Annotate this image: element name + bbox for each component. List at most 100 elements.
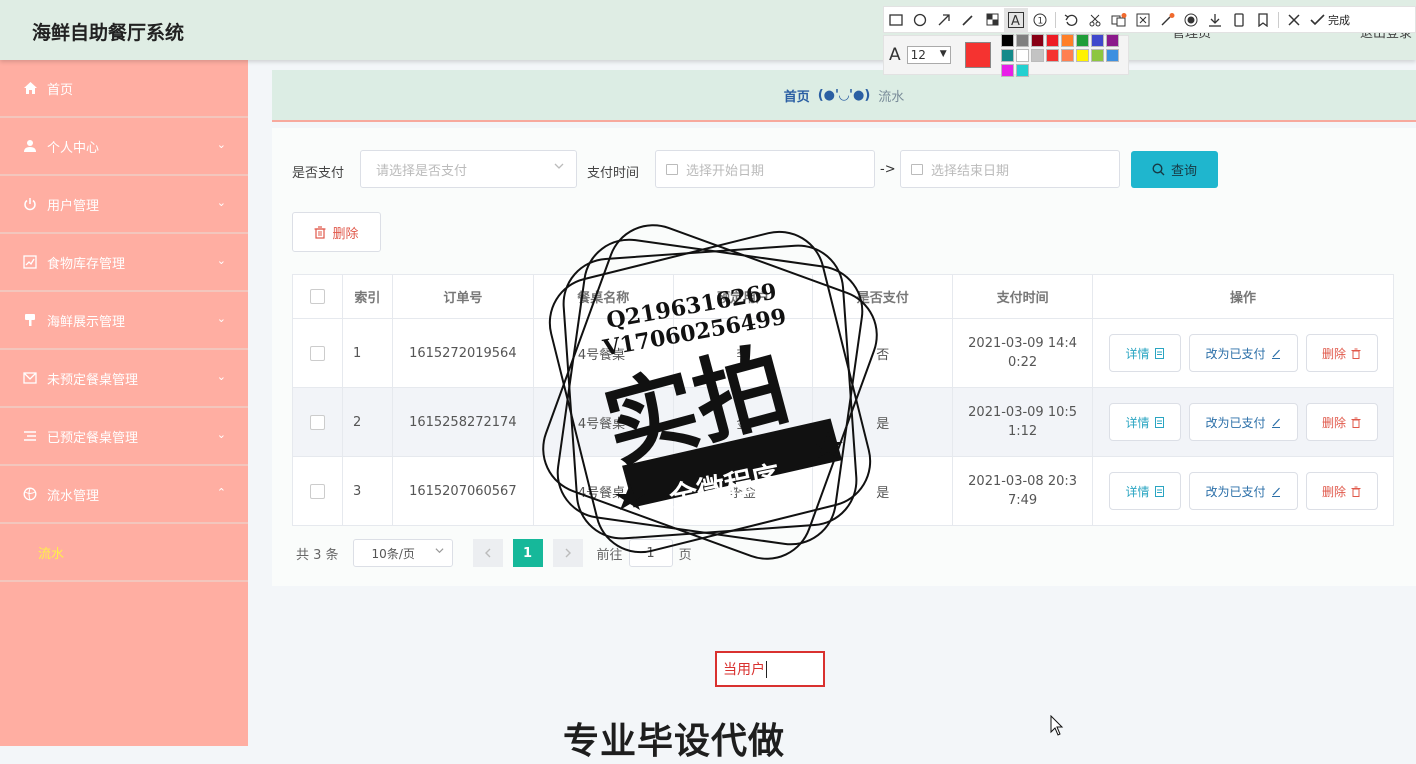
- color-swatch[interactable]: [1000, 48, 1014, 62]
- cell-index: 1: [342, 318, 393, 388]
- color-swatch[interactable]: [1015, 33, 1029, 47]
- sidebar-item-transaction-management[interactable]: 流水管理 ⌃: [0, 466, 248, 524]
- color-swatch[interactable]: [1030, 48, 1044, 62]
- download-icon[interactable]: [1203, 8, 1227, 32]
- batch-delete-label: 删除: [332, 226, 359, 242]
- text-tool-icon[interactable]: A: [1004, 7, 1028, 32]
- breadcrumb-home[interactable]: 首页: [784, 86, 810, 105]
- pay-time-line1: 2021-03-09 10:5: [968, 405, 1078, 420]
- font-size-select[interactable]: 12 ▼: [906, 46, 951, 64]
- delete-button[interactable]: 删除: [1305, 403, 1378, 441]
- detail-button[interactable]: 详情: [1108, 334, 1181, 372]
- prev-page-button[interactable]: [472, 539, 503, 567]
- query-button[interactable]: 查询: [1131, 151, 1218, 188]
- color-swatch[interactable]: [1105, 48, 1119, 62]
- color-swatch[interactable]: [1030, 33, 1044, 47]
- breadcrumb-current: 流水: [878, 89, 905, 105]
- number-tool-icon[interactable]: 1: [1028, 8, 1052, 32]
- phone-icon[interactable]: [1227, 8, 1251, 32]
- color-swatch[interactable]: [1045, 33, 1059, 47]
- cell-pay-time: 2021-03-09 14:4 0:22: [952, 318, 1093, 388]
- pin-icon[interactable]: [1155, 8, 1179, 32]
- mark-paid-button[interactable]: 改为已支付: [1188, 403, 1298, 441]
- trash-icon: [314, 225, 326, 239]
- row-checkbox[interactable]: [309, 414, 325, 430]
- detail-button[interactable]: 详情: [1108, 403, 1181, 441]
- color-palette: [1000, 33, 1120, 77]
- cell-index: 2: [342, 387, 393, 457]
- row-checkbox[interactable]: [309, 483, 325, 499]
- color-swatch[interactable]: [1090, 48, 1104, 62]
- pay-time-line2: 1:12: [1007, 424, 1038, 439]
- query-button-label: 查询: [1170, 164, 1197, 179]
- sidebar-item-user-management[interactable]: 用户管理 ⌄: [0, 176, 248, 234]
- current-color-swatch[interactable]: [964, 42, 991, 68]
- batch-delete-button[interactable]: 删除: [292, 212, 381, 252]
- record-icon[interactable]: [1179, 8, 1203, 32]
- calendar-icon: [911, 163, 923, 175]
- start-date-placeholder: 选择开始日期: [686, 163, 765, 179]
- color-swatch[interactable]: [1090, 33, 1104, 47]
- arrow-tool-icon[interactable]: [932, 8, 956, 32]
- sidebar-item-food-inventory[interactable]: 食物库存管理 ⌄: [0, 234, 248, 292]
- sidebar: 首页 个人中心 ⌄ 用户管理 ⌄ 食物库存管理 ⌄ 海鲜展示管理 ⌄ 未预定餐桌…: [0, 60, 248, 746]
- color-swatch[interactable]: [1060, 48, 1074, 62]
- color-swatch[interactable]: [1015, 48, 1029, 62]
- chevron-down-icon: ⌄: [216, 196, 226, 209]
- expand-icon[interactable]: [1131, 8, 1155, 32]
- color-swatch[interactable]: [1075, 33, 1089, 47]
- color-swatch[interactable]: [1000, 63, 1014, 77]
- color-swatch[interactable]: [1015, 63, 1029, 77]
- toolbar-divider: [1055, 11, 1056, 28]
- select-all-checkbox[interactable]: [309, 289, 325, 304]
- sidebar-item-personal-center[interactable]: 个人中心 ⌄: [0, 118, 248, 176]
- paid-select[interactable]: 请选择是否支付: [360, 150, 577, 188]
- cell-index: 3: [342, 456, 393, 526]
- delete-button[interactable]: 删除: [1305, 334, 1378, 372]
- translate-icon[interactable]: [1107, 8, 1131, 32]
- svg-text:1: 1: [1038, 16, 1044, 26]
- page-size-select[interactable]: 10条/页: [352, 539, 453, 567]
- color-swatch[interactable]: [1060, 33, 1074, 47]
- brush-icon: [22, 312, 38, 328]
- sidebar-item-seafood-display[interactable]: 海鲜展示管理 ⌄: [0, 292, 248, 350]
- sidebar-item-unbooked-tables[interactable]: 未预定餐桌管理 ⌄: [0, 350, 248, 408]
- annotation-text-box[interactable]: 当用户: [715, 651, 825, 687]
- start-date-input[interactable]: 选择开始日期: [655, 150, 875, 188]
- pen-tool-icon[interactable]: [956, 8, 980, 32]
- color-swatch[interactable]: [1045, 48, 1059, 62]
- mark-paid-button[interactable]: 改为已支付: [1188, 334, 1298, 372]
- document-icon: [1154, 485, 1164, 497]
- sidebar-subitem-transactions[interactable]: 流水: [0, 524, 248, 582]
- paid-filter-label: 是否支付: [292, 166, 345, 181]
- color-swatch[interactable]: [1000, 33, 1014, 47]
- sidebar-item-home[interactable]: 首页: [0, 60, 248, 118]
- end-date-input[interactable]: 选择结束日期: [900, 150, 1120, 188]
- ellipse-tool-icon[interactable]: [908, 8, 932, 32]
- text-style-panel: A 12 ▼: [883, 33, 1129, 77]
- sidebar-item-booked-tables[interactable]: 已预定餐桌管理 ⌄: [0, 408, 248, 466]
- next-page-button[interactable]: [552, 539, 583, 567]
- column-header: 操作: [1092, 274, 1394, 319]
- document-icon: [1154, 416, 1164, 428]
- text-cursor: [766, 660, 767, 678]
- scissors-icon[interactable]: [1083, 8, 1107, 32]
- cell-pay-time: 2021-03-09 10:5 1:12: [952, 387, 1093, 457]
- undo-icon[interactable]: [1059, 8, 1083, 32]
- row-checkbox[interactable]: [309, 345, 325, 361]
- done-button[interactable]: 完成: [1310, 12, 1350, 28]
- mark-paid-button[interactable]: 改为已支付: [1188, 472, 1298, 510]
- goto-page-input[interactable]: 1: [628, 539, 673, 567]
- page-number-current[interactable]: 1: [512, 539, 543, 567]
- caret-down-icon: ▼: [939, 49, 947, 59]
- bookmark-icon[interactable]: [1251, 8, 1275, 32]
- color-swatch[interactable]: [1105, 33, 1119, 47]
- detail-button[interactable]: 详情: [1108, 472, 1181, 510]
- color-swatch[interactable]: [1075, 48, 1089, 62]
- delete-button[interactable]: 删除: [1305, 472, 1378, 510]
- rectangle-tool-icon[interactable]: [884, 8, 908, 32]
- mosaic-tool-icon[interactable]: [980, 8, 1004, 32]
- transaction-table: 索引 订单号 餐桌名称 预定用户 是否支付 支付时间 操作 1 16152720…: [292, 274, 1394, 526]
- close-icon[interactable]: [1282, 8, 1306, 32]
- trash-icon: [1351, 348, 1361, 359]
